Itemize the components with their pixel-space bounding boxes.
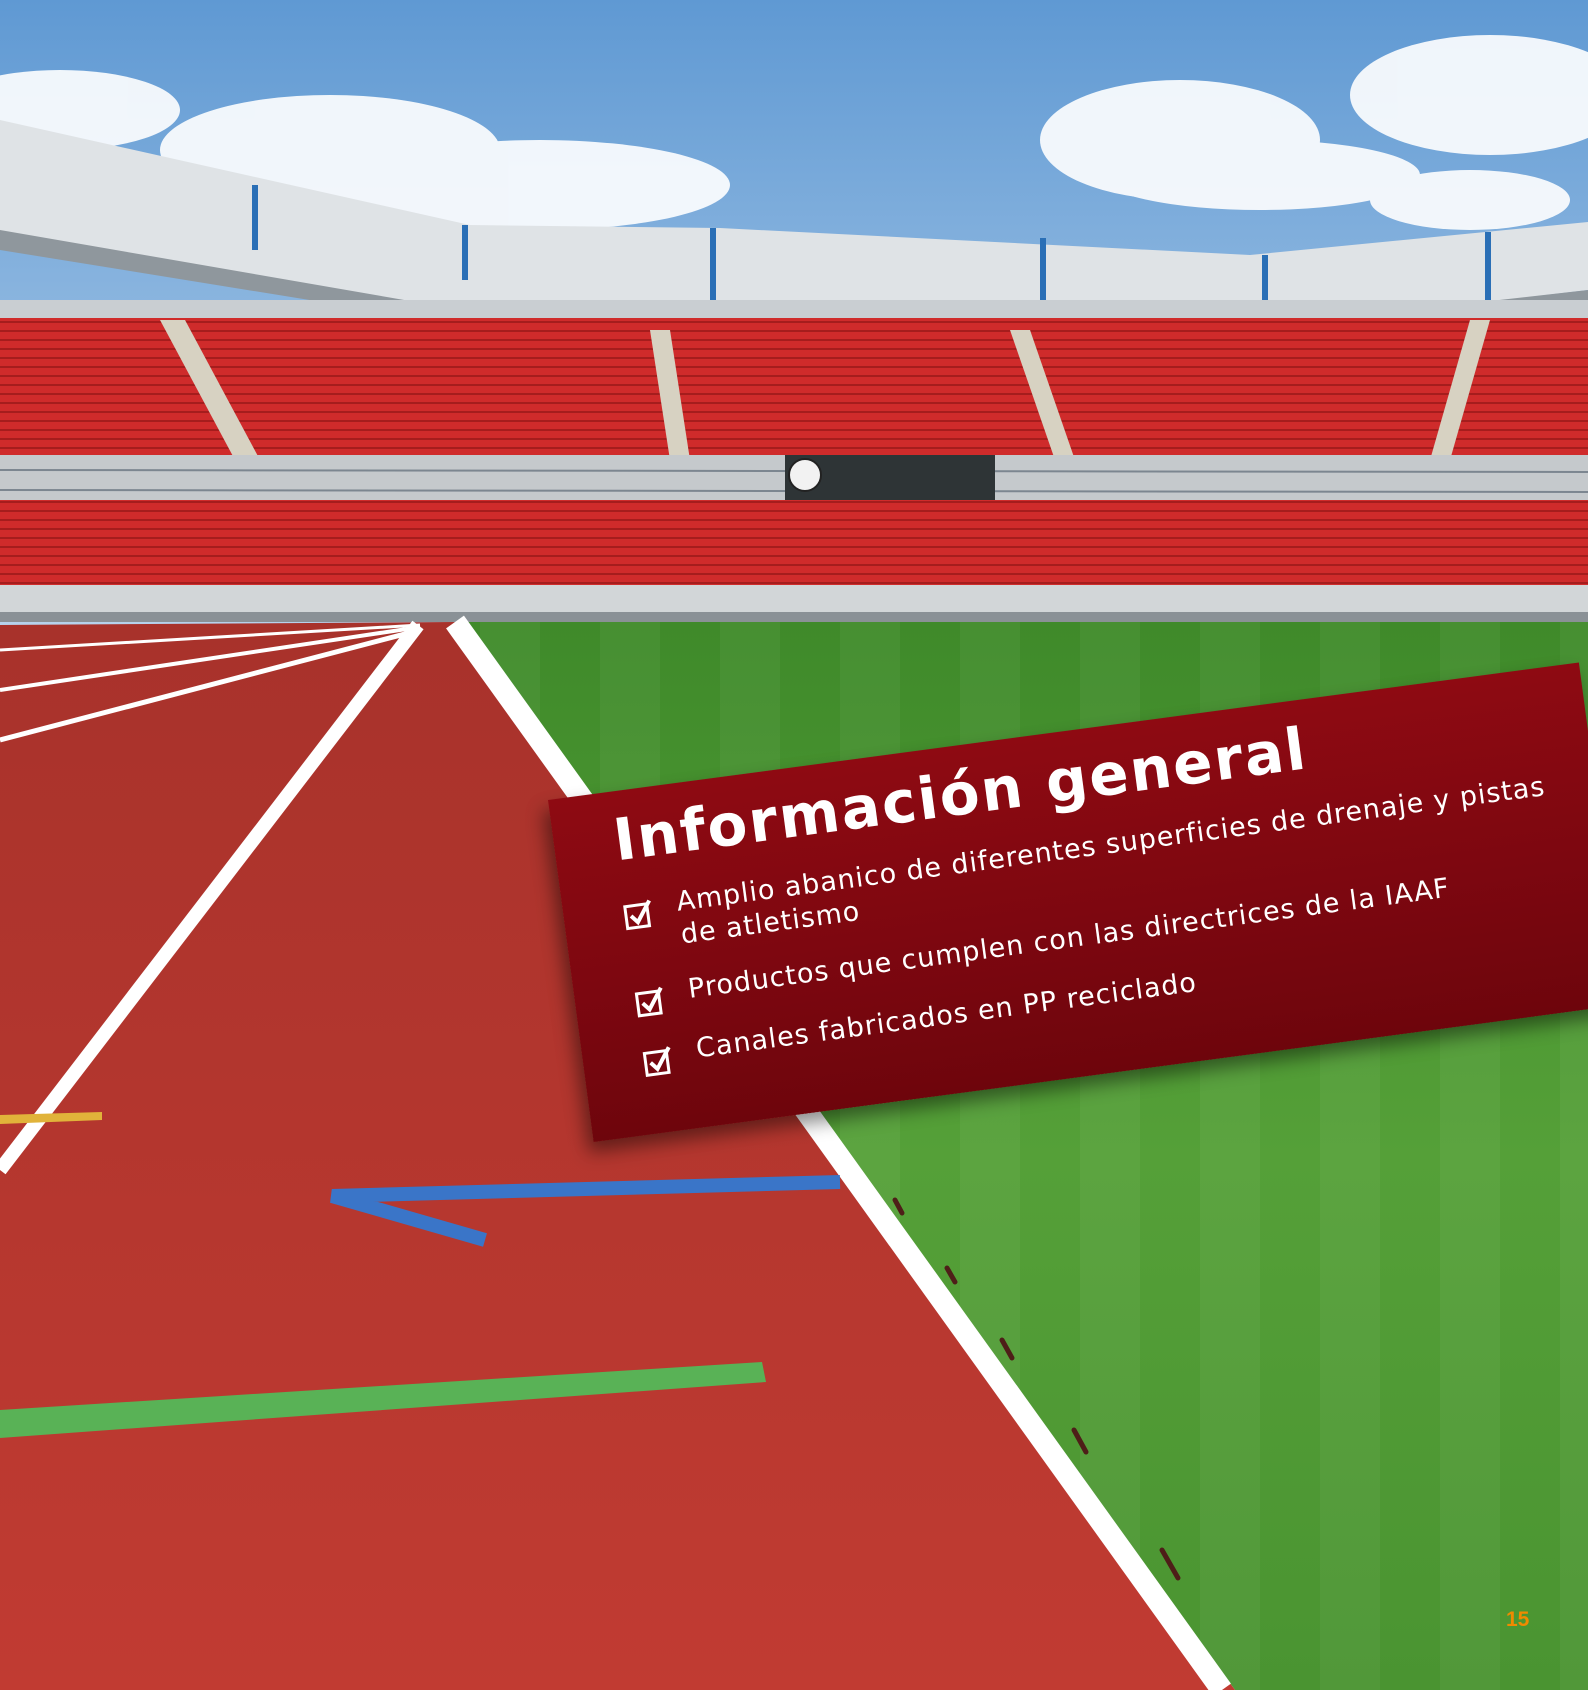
checkbox-checked-icon [634, 986, 663, 1018]
checkbox-checked-icon [642, 1046, 671, 1077]
lower-stand [0, 500, 1588, 590]
stadium-clock [788, 458, 822, 492]
page-number: 15 [1506, 1608, 1530, 1631]
checkbox-checked-icon [623, 899, 652, 931]
